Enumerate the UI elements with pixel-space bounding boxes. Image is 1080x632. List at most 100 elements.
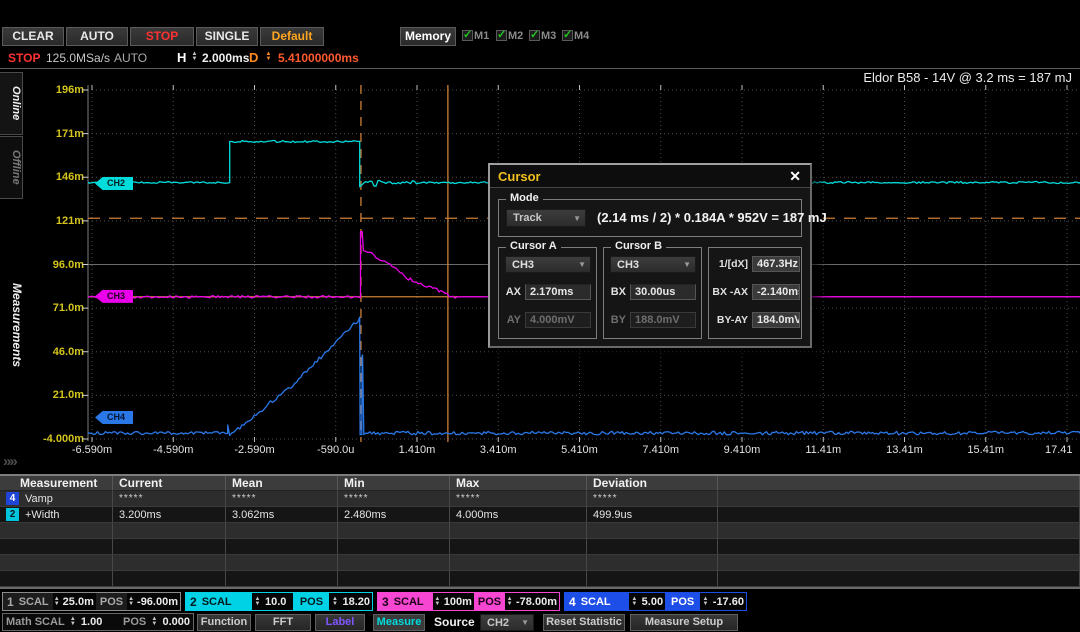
cursor-dialog-titlebar[interactable]: Cursor ✕ bbox=[490, 165, 810, 188]
toolbar-button-stop[interactable]: STOP bbox=[130, 27, 194, 46]
toolbar-button-clear[interactable]: CLEAR bbox=[2, 27, 64, 46]
memory-slot-m3[interactable]: M3 bbox=[529, 30, 556, 42]
checkbox-checked-icon[interactable] bbox=[462, 30, 473, 41]
channel-1-scale-spinner[interactable]: ▲▼ bbox=[53, 593, 61, 610]
memory-slot-m2[interactable]: M2 bbox=[496, 30, 523, 42]
measurement-value-cell: 2.480ms bbox=[338, 507, 450, 523]
measure-setup-button[interactable]: Measure Setup bbox=[630, 614, 738, 631]
toolbar-button-default[interactable]: Default bbox=[260, 27, 324, 46]
ay-label: AY bbox=[503, 314, 521, 326]
channel-number: 2 bbox=[190, 595, 197, 609]
cursor-mode-dropdown[interactable]: Track ▼ bbox=[506, 209, 586, 227]
channel-4-position-spinner[interactable]: ▲▼ bbox=[700, 593, 711, 610]
channel-3-toggle[interactable]: 3SCAL bbox=[378, 593, 433, 610]
column-header-measurement: Measurement bbox=[0, 476, 113, 491]
cursor-a-group-label: Cursor A bbox=[506, 240, 561, 252]
math-scale-value[interactable]: 1.00 bbox=[81, 616, 120, 628]
reset-statistic-button[interactable]: Reset Statistic bbox=[543, 614, 625, 631]
source-dropdown[interactable]: CH2▼ bbox=[480, 614, 534, 631]
column-header-min: Min bbox=[338, 476, 450, 491]
cursor-b-group-label: Cursor B bbox=[611, 240, 666, 252]
measurement-name-cell: 2+Width bbox=[0, 507, 113, 523]
empty-cell bbox=[718, 555, 1080, 571]
empty-cell bbox=[587, 539, 718, 555]
empty-table-row bbox=[0, 571, 1080, 587]
measurement-row-width[interactable]: 2+Width3.200ms3.062ms2.480ms4.000ms499.9… bbox=[0, 507, 1080, 523]
channel-1-position-spinner[interactable]: ▲▼ bbox=[127, 593, 135, 610]
checkbox-checked-icon[interactable] bbox=[562, 30, 573, 41]
h-scale-spinner[interactable]: ▲▼ bbox=[189, 52, 200, 62]
cursor-b-source-dropdown[interactable]: CH3 ▼ bbox=[610, 256, 696, 273]
channel-2-position-value[interactable]: 18.20 bbox=[340, 593, 372, 610]
collapse-panel-chevron-icon[interactable]: »» bbox=[3, 453, 16, 470]
column-header-deviation: Deviation bbox=[587, 476, 718, 491]
scale-label: SCAL bbox=[202, 596, 232, 608]
tab-offline[interactable]: Offline bbox=[0, 136, 23, 199]
checkbox-checked-icon[interactable] bbox=[496, 30, 507, 41]
d-delay-spinner[interactable]: ▲▼ bbox=[263, 52, 274, 62]
tab-online[interactable]: Online bbox=[0, 72, 23, 135]
by-label: BY bbox=[608, 314, 626, 326]
measurement-row-vamp[interactable]: 4Vamp************************* bbox=[0, 491, 1080, 507]
cursor-b-source: CH3 bbox=[617, 259, 639, 271]
math-position-spinner[interactable]: ▲▼ bbox=[149, 617, 159, 627]
math-position-value[interactable]: 0.000 bbox=[162, 616, 190, 628]
cursor-readout-groupbox: 1/[dX] 467.3Hz BX -AX -2.140ms BY-AY 184… bbox=[708, 247, 802, 339]
fft-button[interactable]: FFT bbox=[255, 614, 311, 631]
cursor-a-source-dropdown[interactable]: CH3 ▼ bbox=[505, 256, 591, 273]
y-axis-label: 71.0m bbox=[20, 302, 84, 314]
measurement-name: +Width bbox=[25, 509, 60, 521]
inverse-dx-field: 467.3Hz bbox=[752, 256, 800, 272]
channel-4-position-value[interactable]: -17.60 bbox=[711, 593, 746, 610]
channel-1-position-value[interactable]: -96.00m bbox=[135, 593, 180, 610]
y-axis-label: 146m bbox=[20, 171, 84, 183]
x-axis-label: -590.0u bbox=[317, 444, 354, 456]
bx-field[interactable]: 30.00us bbox=[630, 284, 696, 300]
channel-number: 1 bbox=[7, 595, 14, 609]
measure-button[interactable]: Measure bbox=[373, 614, 425, 631]
close-icon[interactable]: ✕ bbox=[789, 168, 810, 185]
bx-label: BX bbox=[608, 286, 626, 298]
ax-field[interactable]: 2.170ms bbox=[525, 284, 591, 300]
channel-4-scale-spinner[interactable]: ▲▼ bbox=[629, 593, 640, 610]
sample-rate: 125.0MSa/s bbox=[46, 51, 110, 65]
channel-3-scale-value[interactable]: 100m bbox=[442, 593, 474, 610]
channel-1-scale-value[interactable]: 25.0m bbox=[61, 593, 96, 610]
channel-1-pos-label: POS bbox=[96, 593, 127, 610]
math-scale-label: Math SCAL bbox=[6, 616, 65, 628]
channel-4-scale-value[interactable]: 5.00 bbox=[640, 593, 665, 610]
memory-slot-m4[interactable]: M4 bbox=[562, 30, 589, 42]
math-scale-spinner[interactable]: ▲▼ bbox=[68, 617, 78, 627]
measurement-value-cell: ***** bbox=[113, 491, 226, 507]
measurement-value-cell: 499.9us bbox=[587, 507, 718, 523]
measurement-value-cell: 4.000ms bbox=[450, 507, 587, 523]
d-delay-value[interactable]: 5.41000000ms bbox=[278, 51, 359, 65]
channel-marker-ch2[interactable]: CH2 bbox=[95, 177, 133, 190]
channel-2-toggle[interactable]: 2 SCAL bbox=[186, 593, 252, 610]
channel-2-scale-spinner[interactable]: ▲▼ bbox=[252, 593, 263, 610]
cursor-b-groupbox: Cursor B CH3 ▼ BX 30.00us BY 188.0mV bbox=[603, 247, 702, 339]
channel-1-toggle[interactable]: 1SCAL bbox=[3, 593, 53, 610]
channel-4-pos-label: POS bbox=[665, 593, 700, 610]
channel-3-position-value[interactable]: -78.00m bbox=[514, 593, 559, 610]
channel-4-toggle[interactable]: 4SCAL bbox=[565, 593, 629, 610]
label-button[interactable]: Label bbox=[315, 614, 365, 631]
toolbar-button-single[interactable]: SINGLE bbox=[196, 27, 258, 46]
h-scale-value[interactable]: 2.000ms bbox=[202, 51, 249, 65]
channel-marker-ch3[interactable]: CH3 bbox=[95, 290, 133, 303]
checkbox-checked-icon[interactable] bbox=[529, 30, 540, 41]
memory-slot-m1[interactable]: M1 bbox=[462, 30, 489, 42]
empty-cell bbox=[113, 571, 226, 587]
x-axis-label: 11.41m bbox=[805, 444, 841, 456]
empty-cell bbox=[113, 539, 226, 555]
channel-2-position-spinner[interactable]: ▲▼ bbox=[329, 593, 340, 610]
channel-3-position-spinner[interactable]: ▲▼ bbox=[505, 593, 514, 610]
empty-cell bbox=[450, 523, 587, 539]
channel-marker-ch4[interactable]: CH4 bbox=[95, 411, 133, 424]
empty-cell bbox=[113, 523, 226, 539]
function-button[interactable]: Function bbox=[197, 614, 251, 631]
channel-2-scale-value[interactable]: 10.0 bbox=[263, 593, 293, 610]
memory-button[interactable]: Memory bbox=[400, 27, 456, 46]
toolbar-button-auto[interactable]: AUTO bbox=[66, 27, 128, 46]
channel-3-scale-spinner[interactable]: ▲▼ bbox=[433, 593, 442, 610]
